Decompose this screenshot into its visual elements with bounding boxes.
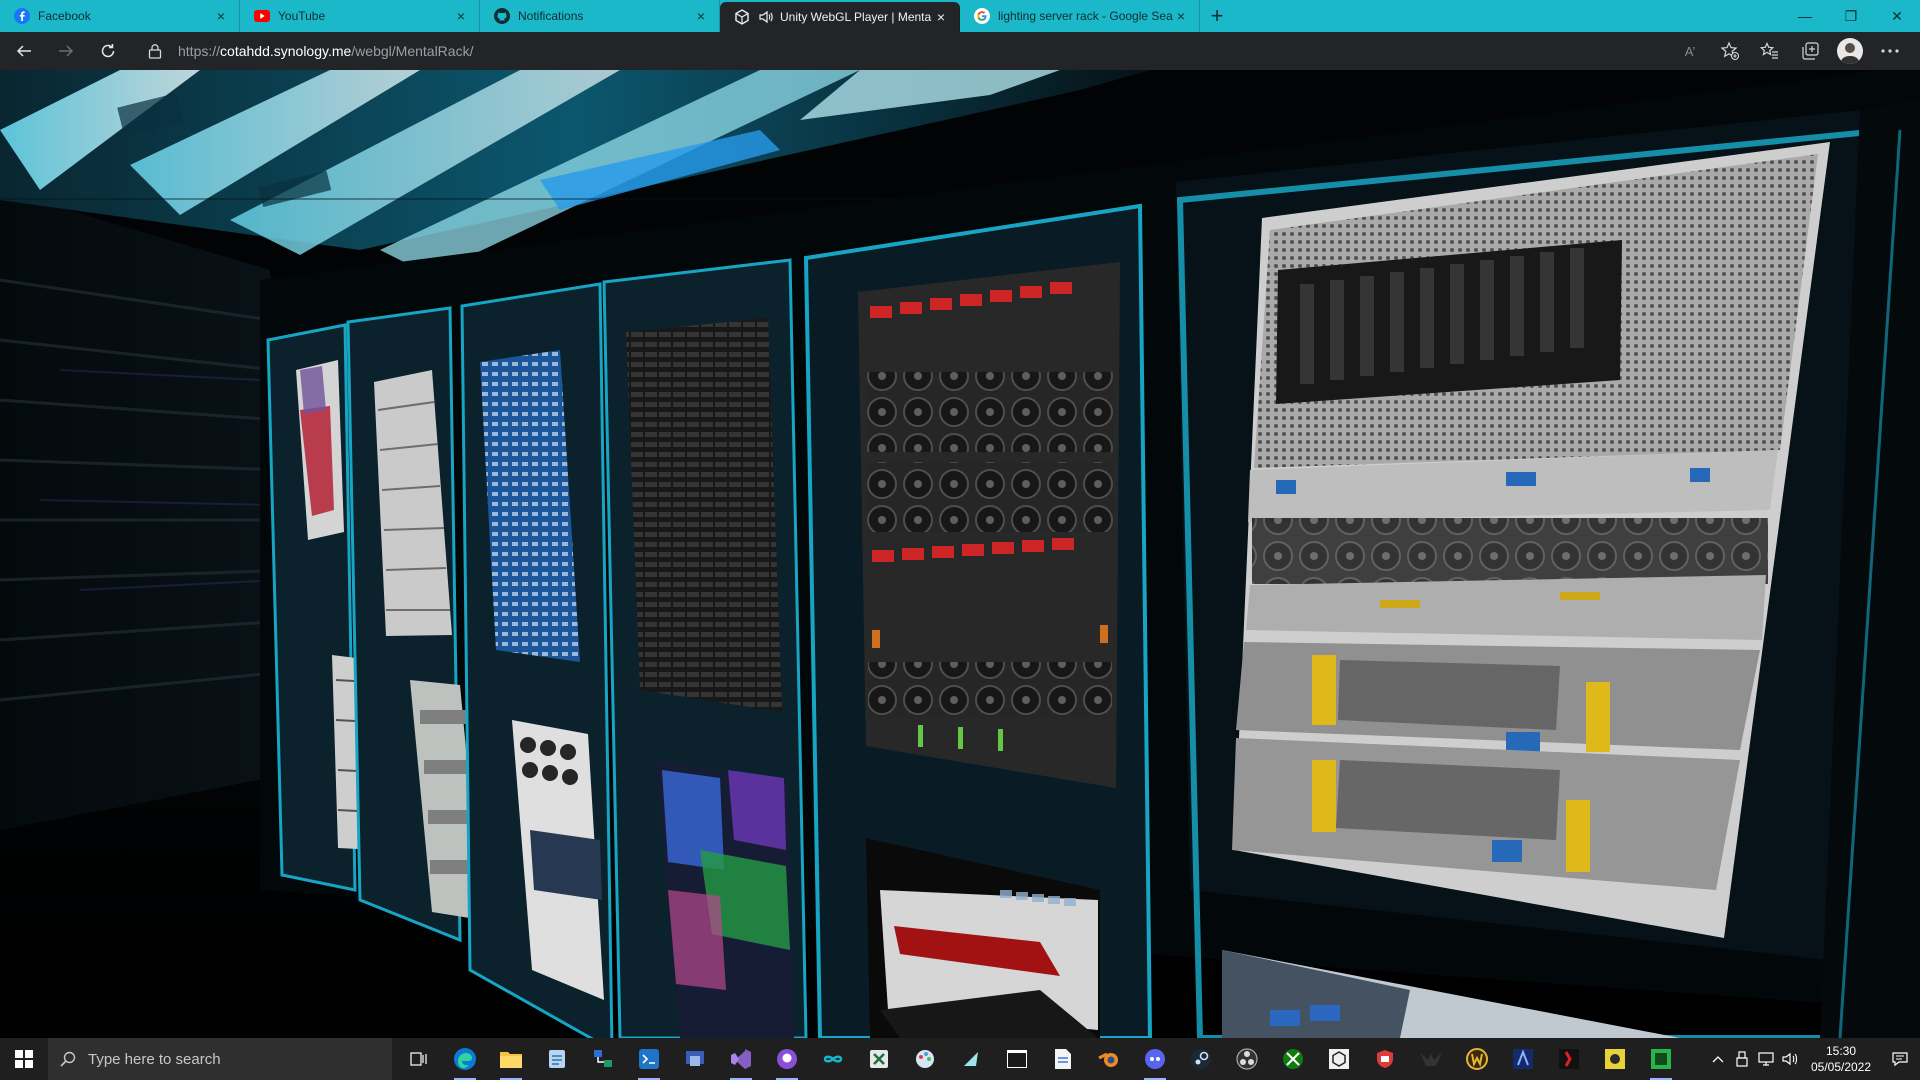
file-explorer-icon[interactable] (488, 1038, 534, 1080)
bird-icon[interactable] (1408, 1038, 1454, 1080)
new-tab-button[interactable]: + (1200, 0, 1234, 32)
speaker-icon[interactable] (758, 9, 774, 25)
minimize-button[interactable]: — (1782, 0, 1828, 32)
infinity-icon[interactable] (810, 1038, 856, 1080)
back-arrow-icon (16, 45, 31, 57)
notepad-icon[interactable] (534, 1038, 580, 1080)
close-window-button[interactable]: ✕ (1874, 0, 1920, 32)
close-tab-icon[interactable]: × (1173, 8, 1189, 24)
tab-title: YouTube (278, 9, 326, 23)
network-icon[interactable] (580, 1038, 626, 1080)
toolbar-actions: A’ (1670, 35, 1920, 67)
youtube-icon (254, 8, 270, 24)
window-controls: — ❐ ✕ (1782, 0, 1920, 32)
blender-icon[interactable] (1086, 1038, 1132, 1080)
refresh-button[interactable] (90, 35, 126, 67)
warcraft-icon[interactable] (1454, 1038, 1500, 1080)
red-app-icon[interactable] (1546, 1038, 1592, 1080)
notification-center-icon[interactable] (1880, 1038, 1920, 1080)
security-icon[interactable] (1362, 1038, 1408, 1080)
paint-icon[interactable] (902, 1038, 948, 1080)
close-tab-icon[interactable]: × (453, 8, 469, 24)
vscode-icon[interactable] (626, 1038, 672, 1080)
tab-facebook[interactable]: Facebook × (0, 0, 240, 32)
url-scheme: https:// (178, 43, 221, 59)
forward-arrow-icon (59, 45, 74, 57)
start-button[interactable] (0, 1038, 48, 1080)
close-tab-icon[interactable]: × (213, 8, 229, 24)
system-tray: 15:30 05/05/2022 (1706, 1038, 1920, 1080)
network-status-icon[interactable] (1754, 1038, 1778, 1080)
tab-title: lighting server rack - Google Sea (998, 9, 1173, 23)
favorites-icon[interactable] (1750, 35, 1790, 67)
steam-icon[interactable] (1178, 1038, 1224, 1080)
search-icon (60, 1051, 76, 1067)
github-desktop-icon[interactable] (764, 1038, 810, 1080)
taskbar-search[interactable]: Type here to search (48, 1038, 392, 1080)
read-aloud-label: A’ (1684, 43, 1696, 59)
game-icon[interactable] (1500, 1038, 1546, 1080)
windows-logo-icon (15, 1050, 33, 1068)
back-button[interactable] (6, 35, 42, 67)
unity-icon[interactable] (1316, 1038, 1362, 1080)
clock[interactable]: 15:30 05/05/2022 (1802, 1043, 1880, 1075)
tab-title: Facebook (38, 9, 91, 23)
remote-icon[interactable] (672, 1038, 718, 1080)
terminal-icon[interactable] (994, 1038, 1040, 1080)
green-app-icon[interactable] (1638, 1038, 1684, 1080)
tab-youtube[interactable]: YouTube × (240, 0, 480, 32)
excel-icon[interactable] (856, 1038, 902, 1080)
tab-google-search[interactable]: lighting server rack - Google Sea × (960, 0, 1200, 32)
taskbar-apps (396, 1038, 1684, 1080)
visual-studio-icon[interactable] (718, 1038, 764, 1080)
document-icon[interactable] (1040, 1038, 1086, 1080)
restore-button[interactable]: ❐ (1828, 0, 1874, 32)
show-hidden-icons-icon[interactable] (1706, 1038, 1730, 1080)
read-aloud-icon[interactable]: A’ (1670, 35, 1710, 67)
lock-icon[interactable] (148, 43, 166, 59)
tab-strip: Facebook × YouTube × Notifications × Uni… (0, 0, 1920, 32)
usb-icon[interactable] (1730, 1038, 1754, 1080)
url-host: cotahdd.synology.me (220, 43, 352, 59)
discord-icon[interactable] (1132, 1038, 1178, 1080)
close-tab-icon[interactable]: × (933, 9, 949, 25)
more-options-icon[interactable] (1870, 35, 1910, 67)
volume-icon[interactable] (1778, 1038, 1802, 1080)
add-favorite-icon[interactable] (1710, 35, 1750, 67)
tab-title: Unity WebGL Player | Menta (780, 10, 932, 24)
collections-icon[interactable] (1790, 35, 1830, 67)
github-icon (494, 8, 510, 24)
task-view-icon[interactable] (396, 1038, 442, 1080)
google-icon (974, 8, 990, 24)
obs-icon[interactable] (1224, 1038, 1270, 1080)
xbox-icon[interactable] (1270, 1038, 1316, 1080)
clock-time: 15:30 (1825, 1044, 1857, 1058)
unity-webgl-canvas[interactable] (0, 70, 1920, 1038)
refresh-icon (101, 44, 115, 58)
tab-unity-webgl[interactable]: Unity WebGL Player | Menta × (720, 2, 960, 32)
close-tab-icon[interactable]: × (693, 8, 709, 24)
server-room-scene (0, 70, 1920, 1038)
search-placeholder: Type here to search (88, 1050, 221, 1068)
app-icon[interactable] (948, 1038, 994, 1080)
forward-button[interactable] (48, 35, 84, 67)
windows-taskbar: Type here to search 15:30 05/05/2022 (0, 1038, 1920, 1080)
tab-title: Notifications (518, 9, 584, 23)
profile-avatar[interactable] (1830, 35, 1870, 67)
unity-icon (734, 9, 750, 25)
facebook-icon (14, 8, 30, 24)
tab-notifications[interactable]: Notifications × (480, 0, 720, 32)
browser-toolbar: https://cotahdd.synology.me/webgl/Mental… (0, 32, 1920, 70)
url-path: /webgl/MentalRack/ (351, 43, 474, 59)
edge-icon[interactable] (442, 1038, 488, 1080)
clock-date: 05/05/2022 (1810, 1060, 1872, 1074)
yellow-app-icon[interactable] (1592, 1038, 1638, 1080)
address-bar[interactable]: https://cotahdd.synology.me/webgl/Mental… (136, 36, 1596, 66)
avatar (1837, 38, 1863, 64)
